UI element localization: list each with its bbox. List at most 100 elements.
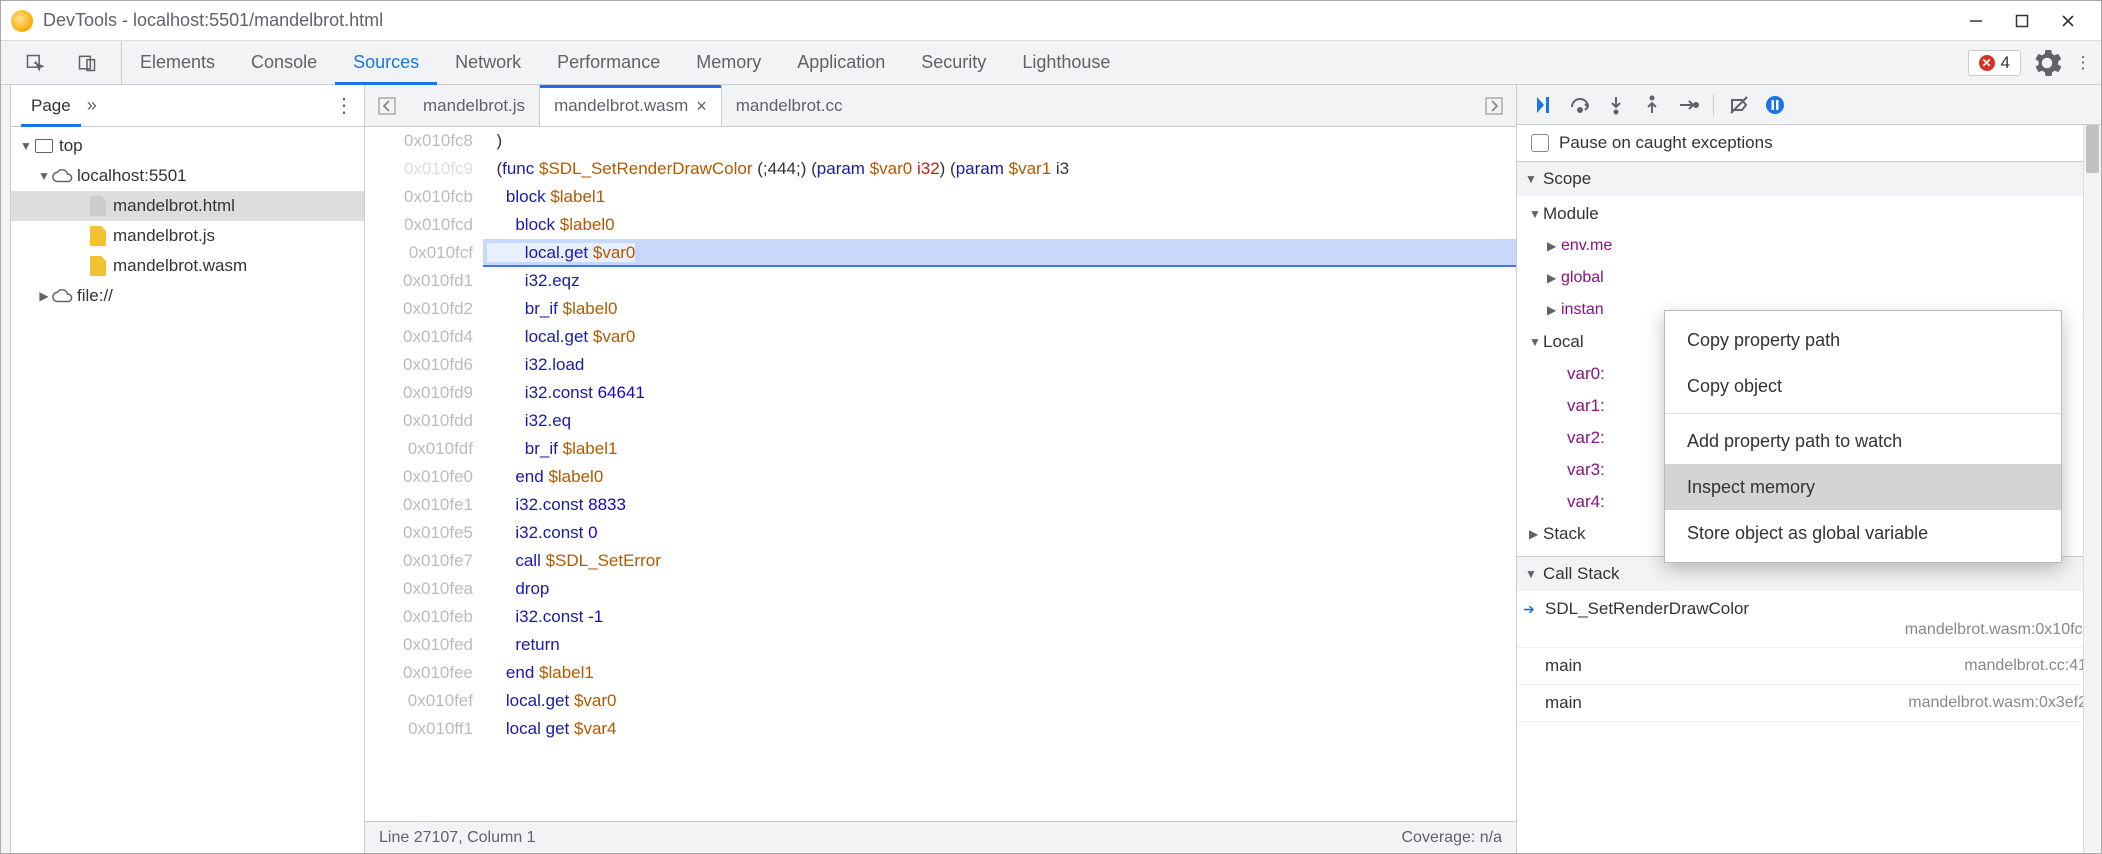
gutter-address: 0x010fef: [365, 687, 473, 715]
editor-cursor-position: Line 27107, Column 1: [379, 829, 536, 847]
panel-tabbar: ElementsConsoleSourcesNetworkPerformance…: [1, 41, 2101, 85]
device-toolbar-icon[interactable]: [69, 45, 105, 81]
file-tree-item[interactable]: mandelbrot.js: [11, 221, 364, 251]
code-line[interactable]: ): [483, 127, 1516, 155]
file-tree-item[interactable]: ▼localhost:5501: [11, 161, 364, 191]
step-over-icon[interactable]: [1565, 90, 1595, 120]
settings-gear-icon[interactable]: [2029, 45, 2065, 81]
pause-caught-checkbox[interactable]: [1531, 134, 1549, 152]
gutter-address: 0x010fe0: [365, 463, 473, 491]
code-line[interactable]: i32.eq: [483, 407, 1516, 435]
code-line[interactable]: i32.const -1: [483, 603, 1516, 631]
step-into-icon[interactable]: [1601, 90, 1631, 120]
pause-caught-label: Pause on caught exceptions: [1559, 133, 1773, 153]
gutter-address: 0x010fc9: [365, 155, 473, 183]
panel-tab-application[interactable]: Application: [779, 41, 903, 84]
file-icon: [87, 196, 109, 216]
step-out-icon[interactable]: [1637, 90, 1667, 120]
code-line[interactable]: drop: [483, 575, 1516, 603]
scope-module-item[interactable]: ▶env.me: [1517, 230, 2101, 262]
code-line[interactable]: local.get $var0: [483, 687, 1516, 715]
panel-tab-network[interactable]: Network: [437, 41, 539, 84]
code-line[interactable]: local.get $var0: [483, 239, 1516, 267]
file-tree-item[interactable]: mandelbrot.html: [11, 191, 364, 221]
code-line[interactable]: end $label0: [483, 463, 1516, 491]
callstack-frame[interactable]: ➔SDL_SetRenderDrawColormandelbrot.wasm:0…: [1517, 591, 2101, 648]
code-line[interactable]: return: [483, 631, 1516, 659]
gutter-address: 0x010fe1: [365, 491, 473, 519]
panel-tab-memory[interactable]: Memory: [678, 41, 779, 84]
code-line[interactable]: local get $var4: [483, 715, 1516, 743]
code-line[interactable]: call $SDL_SetError: [483, 547, 1516, 575]
step-icon[interactable]: [1673, 90, 1703, 120]
inspect-element-icon[interactable]: [17, 45, 53, 81]
window-maximize-button[interactable]: [1999, 5, 2045, 37]
gutter-address: 0x010fdd: [365, 407, 473, 435]
panel-tab-sources[interactable]: Sources: [335, 41, 437, 84]
file-tree-item[interactable]: ▼top: [11, 131, 364, 161]
callstack-frame[interactable]: mainmandelbrot.wasm:0x3ef2: [1517, 685, 2101, 722]
editor-nav-fwd-icon[interactable]: [1478, 90, 1510, 122]
gutter-address: 0x010fdf: [365, 435, 473, 463]
gutter-address: 0x010fd4: [365, 323, 473, 351]
source-editor: mandelbrot.jsmandelbrot.wasm×mandelbrot.…: [365, 85, 1517, 853]
context-menu-item[interactable]: Copy property path: [1665, 317, 2061, 363]
code-line[interactable]: i32.const 0: [483, 519, 1516, 547]
file-tree-item[interactable]: ▶file://: [11, 281, 364, 311]
current-frame-icon: ➔: [1523, 601, 1535, 618]
code-line[interactable]: i32.const 8833: [483, 491, 1516, 519]
code-line[interactable]: i32.eqz: [483, 267, 1516, 295]
panel-tab-lighthouse[interactable]: Lighthouse: [1004, 41, 1128, 84]
code-line[interactable]: local.get $var0: [483, 323, 1516, 351]
panel-tab-elements[interactable]: Elements: [122, 41, 233, 84]
gutter-address: 0x010fd1: [365, 267, 473, 295]
deactivate-breakpoints-icon[interactable]: [1724, 90, 1754, 120]
error-count-pill[interactable]: ✕ 4: [1968, 50, 2021, 76]
scope-module-header[interactable]: ▼Module: [1517, 198, 2101, 230]
code-line[interactable]: br_if $label1: [483, 435, 1516, 463]
gutter-address: 0x010fd9: [365, 379, 473, 407]
window-titlebar: DevTools - localhost:5501/mandelbrot.htm…: [1, 1, 2101, 41]
editor-tab[interactable]: mandelbrot.js: [409, 85, 539, 126]
code-line[interactable]: br_if $label0: [483, 295, 1516, 323]
kebab-menu-icon[interactable]: ⋮: [2065, 45, 2101, 81]
callstack-frame[interactable]: mainmandelbrot.cc:41: [1517, 648, 2101, 685]
devtools-app-icon: [11, 10, 33, 32]
code-line[interactable]: end $label1: [483, 659, 1516, 687]
gutter-address: 0x010fed: [365, 631, 473, 659]
window-minimize-button[interactable]: [1953, 5, 1999, 37]
gutter-address: 0x010fc8: [365, 127, 473, 155]
scope-module-item[interactable]: ▶global: [1517, 262, 2101, 294]
code-line[interactable]: i32.const 64641: [483, 379, 1516, 407]
context-menu-item[interactable]: Inspect memory: [1665, 464, 2061, 510]
context-menu-item[interactable]: Copy object: [1665, 363, 2061, 409]
panel-tab-performance[interactable]: Performance: [539, 41, 678, 84]
code-line[interactable]: block $label0: [483, 211, 1516, 239]
debugger-scrollbar[interactable]: ▲: [2083, 125, 2101, 853]
gutter-address: 0x010fee: [365, 659, 473, 687]
gutter-address: 0x010fea: [365, 575, 473, 603]
navigator-kebab-icon[interactable]: ⋮: [334, 93, 354, 118]
window-close-button[interactable]: [2045, 5, 2091, 37]
code-line[interactable]: (func $SDL_SetRenderDrawColor (;444;) (p…: [483, 155, 1516, 183]
gutter-address: 0x010fd2: [365, 295, 473, 323]
context-menu-item[interactable]: Add property path to watch: [1665, 418, 2061, 464]
scope-section-header[interactable]: ▼Scope: [1517, 162, 2101, 196]
pause-on-exceptions-icon[interactable]: [1760, 90, 1790, 120]
editor-nav-back-icon[interactable]: [371, 90, 403, 122]
close-icon[interactable]: ×: [696, 96, 707, 117]
panel-tab-security[interactable]: Security: [903, 41, 1004, 84]
gutter-address: 0x010fcf: [365, 239, 473, 267]
editor-tab[interactable]: mandelbrot.wasm×: [539, 85, 722, 126]
code-line[interactable]: block $label1: [483, 183, 1516, 211]
navigator-tab-page[interactable]: Page: [21, 85, 81, 126]
gutter-address: 0x010ff1: [365, 715, 473, 743]
resume-icon[interactable]: [1529, 90, 1559, 120]
code-line[interactable]: i32.load: [483, 351, 1516, 379]
file-tree-item[interactable]: mandelbrot.wasm: [11, 251, 364, 281]
navigator-overflow-icon[interactable]: »: [87, 95, 97, 116]
panel-tab-console[interactable]: Console: [233, 41, 335, 84]
context-menu-item[interactable]: Store object as global variable: [1665, 510, 2061, 556]
context-menu: Copy property pathCopy object Add propert…: [1664, 310, 2062, 563]
editor-tab[interactable]: mandelbrot.cc: [722, 85, 857, 126]
